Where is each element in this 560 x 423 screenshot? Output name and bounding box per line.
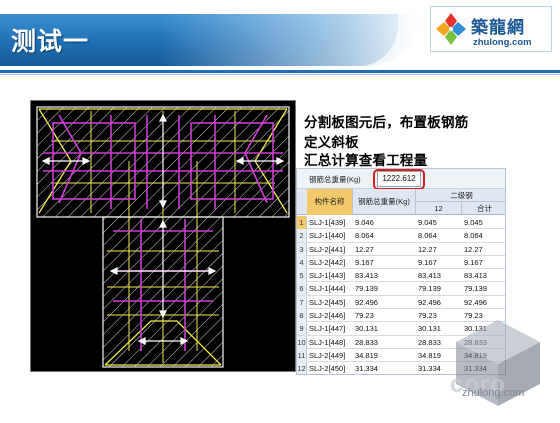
row-index: 1 (297, 216, 307, 229)
table-row[interactable]: 4 SLJ-2[442] 9.167 9.167 9.167 (297, 255, 505, 270)
cell-total-weight: 30.131 (355, 324, 378, 334)
table-row[interactable]: 6 SLJ-1[444] 79.139 79.139 79.139 (297, 282, 505, 296)
header-component-name[interactable]: 构件名称 (307, 189, 353, 215)
cell-diameter-12: 9.045 (418, 218, 437, 227)
logo-chinese-text: 築龍網 (471, 18, 525, 38)
description-line-3: 汇总计算查看工程量 (304, 153, 428, 169)
row-index: 6 (297, 282, 307, 296)
logo-url-text: zhulong.com (473, 37, 532, 48)
cell-total-weight: 8.064 (355, 231, 374, 241)
cell-component-name: SLJ-2[446] (309, 311, 346, 321)
row-index: 4 (297, 255, 307, 269)
watermark-url: zhulong.com (462, 387, 525, 399)
cell-total-weight: 83.413 (355, 271, 378, 281)
row-index: 3 (297, 242, 307, 256)
table-row[interactable]: 7 SLJ-2[445] 92.496 92.496 92.496 (297, 295, 505, 310)
header-band-highlight (160, 14, 420, 66)
row-index: 8 (297, 309, 307, 323)
cell-diameter-12: 83.413 (418, 271, 441, 281)
cell-subtotal: 9.045 (464, 218, 483, 227)
table-row[interactable]: 1 SLJ-1[439] 9.046 9.045 9.045 (297, 216, 505, 230)
cell-subtotal: 92.496 (464, 297, 487, 307)
cell-subtotal: 83.413 (464, 271, 487, 281)
cad-drawing-canvas (36, 106, 290, 368)
zhulong-logo: 築龍網 zhulong.com (430, 6, 552, 52)
cell-component-name: SLJ-1[444] (309, 284, 346, 294)
row-index: 7 (297, 295, 307, 309)
table-header: 构件名称 钢筋总重量(Kg) 二级钢 12 合计 (297, 189, 505, 215)
cell-subtotal: 8.064 (464, 231, 483, 241)
row-index: 2 (297, 229, 307, 243)
row-index: 9 (297, 322, 307, 336)
cell-diameter-12: 9.167 (418, 257, 437, 267)
cell-diameter-12: 12.27 (418, 244, 437, 254)
cell-subtotal: 9.167 (464, 257, 483, 267)
cell-total-weight: 9.167 (355, 257, 374, 267)
cell-total-weight: 79.23 (355, 311, 374, 321)
cell-diameter-12: 92.496 (418, 297, 441, 307)
header-divider-thin (0, 74, 560, 75)
row-index: 10 (297, 335, 307, 349)
cell-diameter-12: 79.139 (418, 284, 441, 294)
zhulong-diamond-logo-icon (436, 13, 466, 45)
cell-total-weight: 9.046 (355, 218, 374, 227)
cad-slab-drawing[interactable] (30, 100, 296, 372)
cell-total-weight: 31.334 (355, 364, 378, 374)
cell-diameter-12: 8.064 (418, 231, 437, 241)
cell-component-name: SLJ-2[450] (309, 364, 346, 374)
cell-component-name: SLJ-2[449] (309, 350, 346, 360)
cell-component-name: SLJ-2[441] (309, 244, 346, 254)
slide-title: 测试一 (11, 27, 90, 56)
row-index: 12 (297, 362, 307, 374)
header-grade-2-steel[interactable]: 二级钢 (416, 189, 505, 202)
description-line-1: 分割板图元后，布置板钢筋 (304, 115, 469, 131)
header-total-weight[interactable]: 钢筋总重量(Kg) (353, 189, 416, 215)
cell-component-name: SLJ-2[442] (309, 257, 346, 267)
cell-subtotal: 79.139 (464, 284, 487, 294)
cell-component-name: SLJ-2[445] (309, 297, 346, 307)
header-diameter-12[interactable]: 12 (416, 202, 462, 215)
total-weight-label: 钢筋总重量(Kg) (309, 175, 361, 184)
cell-total-weight: 12.27 (355, 244, 374, 254)
table-row[interactable]: 5 SLJ-1[443] 83.413 83.413 83.413 (297, 269, 505, 283)
table-row[interactable]: 3 SLJ-2[441] 12.27 12.27 12.27 (297, 242, 505, 256)
cell-component-name: SLJ-1[440] (309, 231, 346, 241)
red-highlight-circle (373, 169, 425, 190)
row-index: 11 (297, 348, 307, 362)
header-divider (0, 70, 560, 73)
cell-total-weight: 28.833 (355, 337, 378, 347)
cell-component-name: SLJ-1[447] (309, 324, 346, 334)
cell-total-weight: 79.139 (355, 284, 378, 294)
cell-component-name: SLJ-1[443] (309, 271, 346, 281)
description-line-2: 定义斜板 (304, 135, 359, 151)
header-subtotal[interactable]: 合计 (462, 202, 505, 215)
slide-header: 测试一 築龍網 zhulong.com (0, 0, 560, 80)
row-index: 5 (297, 269, 307, 283)
summary-bar: 钢筋总重量(Kg) 1222.612 (297, 169, 505, 190)
cell-component-name: SLJ-1[439] (309, 218, 346, 227)
cell-total-weight: 92.496 (355, 297, 378, 307)
cell-total-weight: 34.819 (355, 350, 378, 360)
cell-subtotal: 12.27 (464, 244, 483, 254)
cell-component-name: SLJ-1[448] (309, 337, 346, 347)
table-row[interactable]: 2 SLJ-1[440] 8.064 8.064 8.064 (297, 229, 505, 243)
